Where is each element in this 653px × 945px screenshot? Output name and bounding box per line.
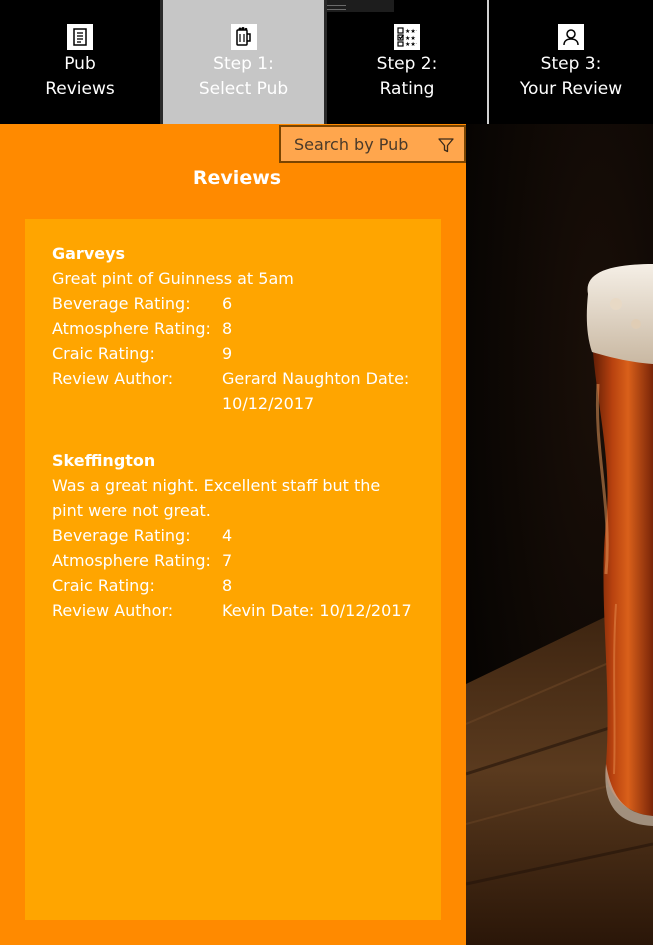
nav-label-line2: Select Pub xyxy=(198,79,289,99)
top-navigation: PubReviews Step 1:Select Pub ★★★★★★★★ St… xyxy=(0,0,653,124)
nav-label-line2: Reviews xyxy=(45,79,115,99)
nav-label-line1: Pub xyxy=(64,54,96,74)
review-author-label: Review Author: xyxy=(52,369,174,388)
nav-label-line1: Step 3: xyxy=(540,54,602,74)
nav-step2-rating[interactable]: ★★★★★★★★ Step 2:Rating xyxy=(327,0,487,124)
document-icon xyxy=(67,24,93,50)
beer-mug-icon xyxy=(230,24,257,50)
review-item[interactable]: Garveys Great pint of Guinness at 5am Be… xyxy=(52,241,441,416)
beer-photo xyxy=(466,124,653,945)
review-comment: Great pint of Guinness at 5am xyxy=(52,269,294,288)
beverage-rating-value: 6 xyxy=(222,294,233,313)
review-pub-name: Garveys xyxy=(52,244,126,263)
beverage-rating-label: Beverage Rating: xyxy=(52,294,191,313)
atmosphere-rating-value: 7 xyxy=(222,551,233,570)
svg-text:★★★: ★★★ xyxy=(405,28,417,35)
craic-rating-label: Craic Rating: xyxy=(52,576,155,595)
nav-step1-select-pub[interactable]: Step 1: Select Pub xyxy=(163,0,324,124)
nav-label-line2: Rating xyxy=(379,79,435,99)
review-author-label: Review Author: xyxy=(52,601,174,620)
search-box[interactable] xyxy=(279,125,466,163)
svg-text:★★★: ★★★ xyxy=(405,41,417,47)
filter-icon[interactable] xyxy=(438,137,454,153)
beverage-rating-label: Beverage Rating: xyxy=(52,526,191,545)
craic-rating-value: 8 xyxy=(222,576,233,595)
nav-label-line2: Your Review xyxy=(519,79,623,99)
nav-label-line1: Step 1: xyxy=(213,54,274,74)
reviews-list[interactable]: Garveys Great pint of Guinness at 5am Be… xyxy=(25,219,441,920)
review-item[interactable]: Skeffington Was a great night. Excellent… xyxy=(52,448,441,623)
craic-rating-value: 9 xyxy=(222,344,233,363)
review-comment: Was a great night. Excellent staff but t… xyxy=(52,476,381,520)
reviews-heading: Reviews xyxy=(192,167,282,189)
craic-rating-label: Craic Rating: xyxy=(52,344,155,363)
beverage-rating-value: 4 xyxy=(222,526,233,545)
search-input[interactable] xyxy=(294,134,424,154)
nav-pub-reviews[interactable]: Pub Reviews xyxy=(0,0,160,124)
user-icon xyxy=(558,24,584,50)
atmosphere-rating-value: 8 xyxy=(222,319,233,338)
atmosphere-rating-label: Atmosphere Rating: xyxy=(52,319,211,338)
rating-checklist-icon: ★★★★★★★★ xyxy=(394,24,420,50)
nav-step3-your-review[interactable]: Step 3: Your Review xyxy=(489,0,653,124)
review-pub-name: Skeffington xyxy=(52,451,156,470)
review-author-value: Kevin Date: 10/12/2017 xyxy=(222,601,412,620)
atmosphere-rating-label: Atmosphere Rating: xyxy=(52,551,211,570)
reviews-pane: Reviews Garveys Great pint of Guinness a… xyxy=(0,124,466,945)
nav-label-line1: Step 2: xyxy=(376,54,438,74)
review-author-value: Gerard Naughton Date: 10/12/2017 xyxy=(222,369,410,413)
